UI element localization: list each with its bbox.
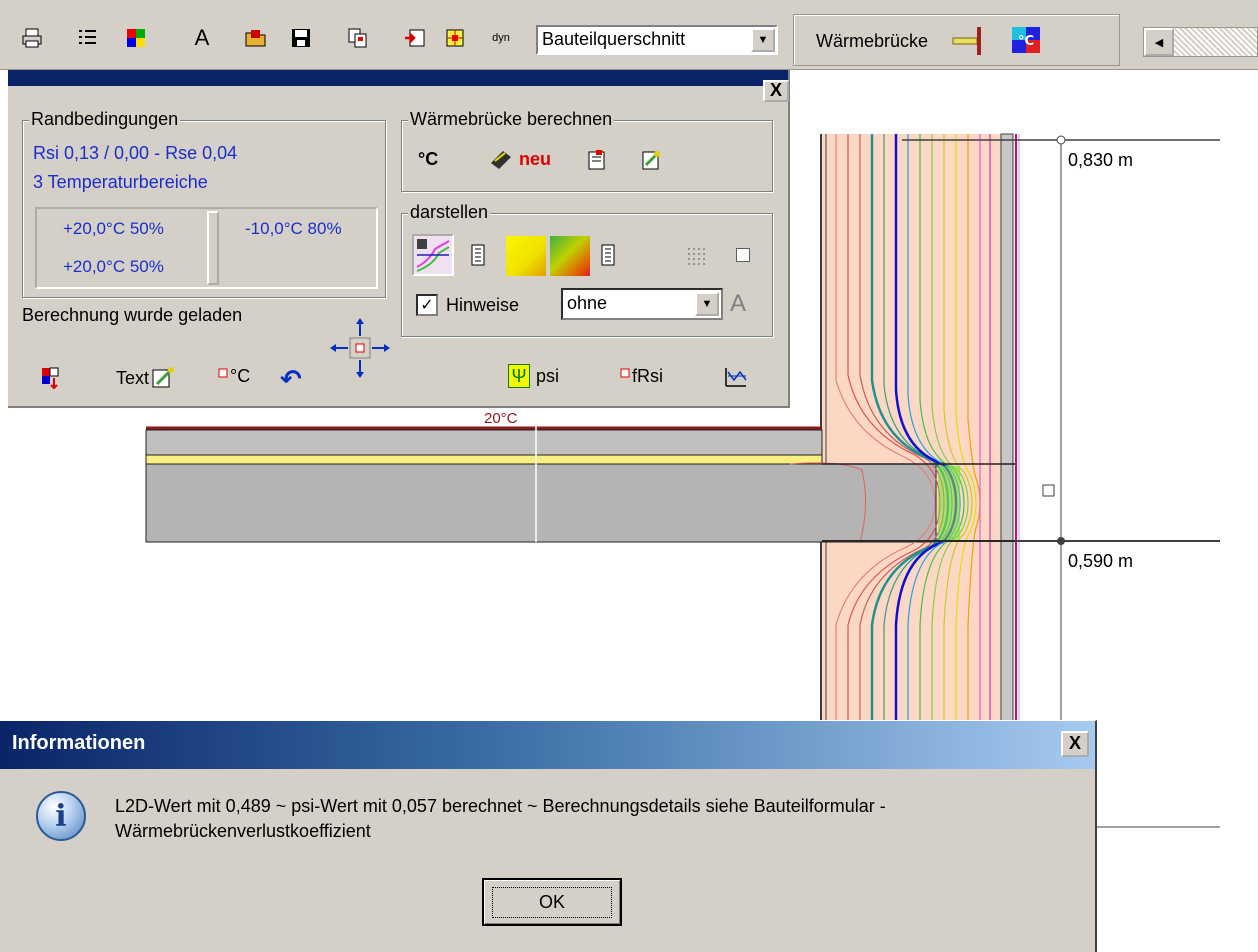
thermal-bridge-group: Wärmebrücke °C — [793, 14, 1120, 66]
display-title: darstellen — [408, 202, 491, 223]
small-red-square-icon — [620, 368, 630, 377]
horizontal-scrollbar[interactable]: ◀ — [1143, 27, 1258, 57]
frsi-label: fRsi — [632, 366, 663, 386]
list-icon[interactable] — [75, 26, 99, 50]
panel-close-button[interactable]: X — [763, 80, 789, 102]
import-icon[interactable] — [403, 26, 427, 50]
zone-splitter[interactable] — [207, 211, 219, 285]
legend-icon-1[interactable] — [470, 244, 486, 266]
thermal-bridge-label: Wärmebrücke — [816, 31, 929, 51]
node-marker[interactable] — [1042, 484, 1055, 497]
hints-checkbox[interactable]: ✓ — [416, 294, 438, 316]
temperature-icon-label: °C — [1018, 34, 1034, 49]
blank-box-icon[interactable] — [736, 248, 750, 262]
edit-icon[interactable] — [640, 149, 662, 171]
small-red-square-icon — [218, 368, 228, 377]
chart-icon[interactable] — [724, 366, 748, 388]
info-icon: i — [36, 791, 86, 841]
zone-1a[interactable]: +20,0°C 50% — [63, 219, 164, 239]
temperature-zones-count: 3 Temperaturbereiche — [33, 172, 208, 192]
frsi-button[interactable]: fRsi — [620, 366, 663, 387]
temperature-field-icon[interactable]: °C — [1012, 27, 1040, 58]
gradient-view-button[interactable] — [550, 236, 590, 276]
calc-icon — [490, 151, 511, 169]
ok-button-label: OK — [491, 886, 612, 918]
close-icon: X — [769, 80, 782, 100]
dialog-message: L2D-Wert mit 0,489 ~ psi-Wert mit 0,057 … — [115, 796, 886, 841]
palette-refresh-icon[interactable] — [40, 366, 64, 390]
isotherm-view-button[interactable] — [412, 234, 454, 276]
zone-1b[interactable]: +20,0°C 50% — [63, 257, 164, 277]
slab-temperature-label: 20°C — [484, 410, 518, 427]
panel-titlebar[interactable] — [8, 70, 788, 86]
calculation-panel: X Randbedingungen Rsi 0,13 / 0,00 - Rse … — [8, 70, 790, 408]
document-icon[interactable] — [586, 149, 608, 171]
psi-button[interactable]: Ψ psi — [508, 364, 559, 388]
dialog-title: Informationen — [12, 732, 146, 754]
move-arrows-icon[interactable] — [328, 316, 392, 380]
open-folder-icon[interactable] — [244, 26, 268, 50]
temperature-zones-box: +20,0°C 50% +20,0°C 50% -10,0°C 80% — [35, 207, 378, 289]
boundary-conditions-title: Randbedingungen — [29, 109, 181, 130]
ok-button[interactable]: OK — [482, 878, 622, 926]
text-button[interactable]: Text — [116, 366, 175, 390]
chevron-down-icon[interactable]: ▼ — [695, 292, 719, 316]
compute-title: Wärmebrücke berechnen — [408, 109, 615, 130]
celsius-button-label: °C — [230, 366, 251, 386]
dimension-label-bottom: 0,590 m — [1068, 551, 1134, 572]
slab-screed — [145, 429, 823, 456]
chevron-down-icon[interactable]: ▼ — [751, 28, 775, 52]
new-label: neu — [518, 148, 551, 169]
grid-icon[interactable] — [443, 26, 467, 50]
dyn-icon[interactable]: dyn — [489, 26, 513, 50]
thermal-bridge-icon[interactable] — [951, 25, 985, 62]
scroll-left-arrow[interactable]: ◀ — [1144, 28, 1174, 56]
information-dialog: Informationen X i L2D-Wert mit 0,489 ~ p… — [0, 720, 1097, 952]
zone-2[interactable]: -10,0°C 80% — [245, 219, 342, 239]
save-icon[interactable] — [289, 26, 313, 50]
close-icon: X — [1068, 733, 1081, 753]
undo-icon[interactable]: ↶ — [280, 364, 302, 395]
psi-label: psi — [536, 365, 560, 386]
celsius-button[interactable]: °C — [218, 366, 250, 387]
print-icon[interactable] — [20, 26, 44, 50]
main-toolbar: A dyn Bauteilquerschnitt ▼ Wärmebrücke °… — [0, 0, 1258, 70]
dialog-titlebar[interactable]: Informationen X — [0, 721, 1095, 769]
new-calculation-button[interactable]: neu — [474, 145, 564, 173]
dialog-close-button[interactable]: X — [1061, 731, 1089, 757]
slab-insulation — [145, 454, 823, 465]
text-button-label: Text — [116, 367, 150, 388]
hints-select[interactable]: ohne ▼ — [561, 288, 723, 320]
temperature-fill-view-button[interactable] — [506, 236, 546, 276]
compute-group: Wärmebrücke berechnen °C neu — [401, 109, 773, 192]
legend-icon-2[interactable] — [600, 244, 616, 266]
color-palette-icon[interactable] — [124, 26, 148, 50]
text-edit-icon — [152, 367, 175, 388]
dimension-label-top: 0,830 m — [1068, 150, 1134, 171]
resistance-values: Rsi 0,13 / 0,00 - Rse 0,04 — [33, 143, 238, 163]
copy-icon[interactable] — [346, 26, 370, 50]
slab-concrete — [145, 463, 937, 543]
text-icon[interactable]: A — [190, 25, 214, 50]
font-icon[interactable]: A — [730, 290, 746, 318]
hints-label: Hinweise — [446, 295, 520, 315]
status-text: Berechnung wurde geladen — [22, 305, 243, 325]
view-select-value: Bauteilquerschnitt — [542, 29, 686, 49]
hints-select-value: ohne — [567, 293, 608, 313]
dot-grid-icon[interactable] — [686, 246, 708, 266]
psi-icon: Ψ — [508, 364, 530, 388]
boundary-conditions-group: Randbedingungen Rsi 0,13 / 0,00 - Rse 0,… — [22, 109, 386, 298]
celsius-compute-button[interactable]: °C — [418, 149, 438, 170]
view-select[interactable]: Bauteilquerschnitt ▼ — [536, 25, 778, 55]
